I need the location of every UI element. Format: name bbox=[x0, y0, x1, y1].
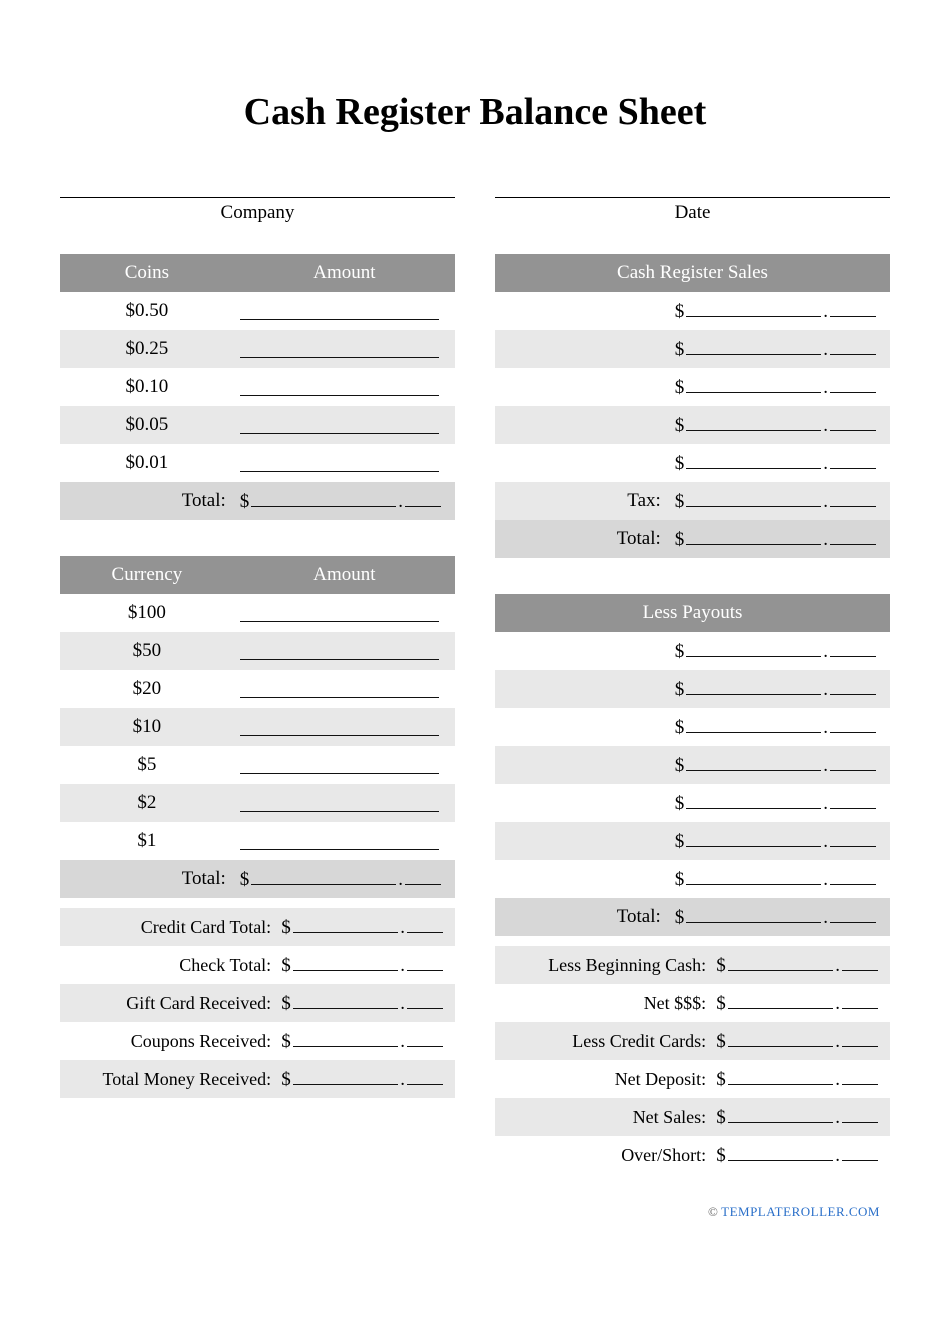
coin-denom: $0.01 bbox=[60, 444, 234, 482]
summary-left-label: Coupons Received: bbox=[60, 1022, 281, 1060]
currency-header-left: Currency bbox=[60, 556, 234, 594]
summary-right-amount[interactable]: $. bbox=[716, 1060, 890, 1098]
footer-link[interactable]: TEMPLATEROLLER.COM bbox=[721, 1204, 880, 1219]
sales-amount[interactable]: $. bbox=[669, 330, 890, 368]
sales-amount[interactable]: $. bbox=[669, 292, 890, 330]
payout-amount[interactable]: $. bbox=[669, 670, 890, 708]
date-label: Date bbox=[495, 202, 890, 224]
payout-amount[interactable]: $. bbox=[669, 860, 890, 898]
currency-amount-line[interactable] bbox=[234, 746, 455, 784]
sales-amount[interactable]: $. bbox=[669, 444, 890, 482]
payouts-total-label: Total: bbox=[495, 898, 669, 936]
footer: © TEMPLATEROLLER.COM bbox=[60, 1204, 890, 1220]
coin-amount-line[interactable] bbox=[234, 444, 455, 482]
currency-header-right: Amount bbox=[234, 556, 455, 594]
currency-amount-line[interactable] bbox=[234, 708, 455, 746]
page-title: Cash Register Balance Sheet bbox=[60, 90, 890, 134]
summary-right-amount[interactable]: $. bbox=[716, 946, 890, 984]
summary-left-label: Credit Card Total: bbox=[60, 908, 281, 946]
coin-amount-line[interactable] bbox=[234, 368, 455, 406]
currency-denom: $50 bbox=[60, 632, 234, 670]
coin-denom: $0.50 bbox=[60, 292, 234, 330]
currency-amount-line[interactable] bbox=[234, 784, 455, 822]
summary-right-label: Less Beginning Cash: bbox=[495, 946, 716, 984]
summary-right-label: Net $$$: bbox=[495, 984, 716, 1022]
sales-amount[interactable]: $. bbox=[669, 368, 890, 406]
coin-amount-line[interactable] bbox=[234, 406, 455, 444]
coins-header-right: Amount bbox=[234, 254, 455, 292]
currency-denom: $1 bbox=[60, 822, 234, 860]
coins-total-label: Total: bbox=[60, 482, 234, 520]
currency-total-label: Total: bbox=[60, 860, 234, 898]
sales-table: Cash Register Sales $. $. $. $. $. Tax:$… bbox=[495, 254, 890, 558]
payouts-header: Less Payouts bbox=[495, 594, 890, 632]
sales-tax-amount[interactable]: $. bbox=[669, 482, 890, 520]
summary-right-amount[interactable]: $. bbox=[716, 1022, 890, 1060]
coin-denom: $0.10 bbox=[60, 368, 234, 406]
summary-right-label: Net Sales: bbox=[495, 1098, 716, 1136]
currency-denom: $10 bbox=[60, 708, 234, 746]
coin-amount-line[interactable] bbox=[234, 330, 455, 368]
sales-header: Cash Register Sales bbox=[495, 254, 890, 292]
currency-table: Currency Amount $100 $50 $20 $10 $5 $2 $… bbox=[60, 556, 455, 898]
sales-total-label: Total: bbox=[495, 520, 669, 558]
payout-amount[interactable]: $. bbox=[669, 708, 890, 746]
summary-left-amount[interactable]: $. bbox=[281, 984, 455, 1022]
company-label: Company bbox=[60, 202, 455, 224]
currency-amount-line[interactable] bbox=[234, 594, 455, 632]
coins-table: Coins Amount $0.50 $0.25 $0.10 $0.05 $0.… bbox=[60, 254, 455, 520]
coins-header-left: Coins bbox=[60, 254, 234, 292]
currency-denom: $2 bbox=[60, 784, 234, 822]
payouts-total-amount[interactable]: $. bbox=[669, 898, 890, 936]
summary-left-label: Check Total: bbox=[60, 946, 281, 984]
date-field-line[interactable] bbox=[495, 174, 890, 198]
footer-copy: © bbox=[708, 1204, 718, 1219]
summary-right-label: Over/Short: bbox=[495, 1136, 716, 1174]
summary-right-amount[interactable]: $. bbox=[716, 1136, 890, 1174]
summary-left-label: Total Money Received: bbox=[60, 1060, 281, 1098]
payout-amount[interactable]: $. bbox=[669, 822, 890, 860]
currency-denom: $20 bbox=[60, 670, 234, 708]
coin-denom: $0.05 bbox=[60, 406, 234, 444]
coin-denom: $0.25 bbox=[60, 330, 234, 368]
summary-left-amount[interactable]: $. bbox=[281, 1022, 455, 1060]
summary-left-amount[interactable]: $. bbox=[281, 1060, 455, 1098]
coin-amount-line[interactable] bbox=[234, 292, 455, 330]
currency-denom: $5 bbox=[60, 746, 234, 784]
sales-total-amount[interactable]: $. bbox=[669, 520, 890, 558]
currency-amount-line[interactable] bbox=[234, 822, 455, 860]
summary-left-label: Gift Card Received: bbox=[60, 984, 281, 1022]
currency-total-amount[interactable]: $. bbox=[234, 860, 455, 898]
summary-left-amount[interactable]: $. bbox=[281, 908, 455, 946]
payout-amount[interactable]: $. bbox=[669, 746, 890, 784]
summary-right-amount[interactable]: $. bbox=[716, 1098, 890, 1136]
payout-amount[interactable]: $. bbox=[669, 632, 890, 670]
currency-amount-line[interactable] bbox=[234, 632, 455, 670]
sales-tax-label: Tax: bbox=[495, 482, 669, 520]
currency-amount-line[interactable] bbox=[234, 670, 455, 708]
payouts-table: Less Payouts $. $. $. $. $. $. $. Total:… bbox=[495, 594, 890, 936]
currency-denom: $100 bbox=[60, 594, 234, 632]
summary-right-label: Less Credit Cards: bbox=[495, 1022, 716, 1060]
coins-total-amount[interactable]: $. bbox=[234, 482, 455, 520]
summary-left-table: Credit Card Total:$. Check Total:$. Gift… bbox=[60, 908, 455, 1098]
payout-amount[interactable]: $. bbox=[669, 784, 890, 822]
summary-right-amount[interactable]: $. bbox=[716, 984, 890, 1022]
summary-right-table: Less Beginning Cash:$. Net $$$:$. Less C… bbox=[495, 946, 890, 1174]
sales-amount[interactable]: $. bbox=[669, 406, 890, 444]
summary-left-amount[interactable]: $. bbox=[281, 946, 455, 984]
company-field-line[interactable] bbox=[60, 174, 455, 198]
summary-right-label: Net Deposit: bbox=[495, 1060, 716, 1098]
